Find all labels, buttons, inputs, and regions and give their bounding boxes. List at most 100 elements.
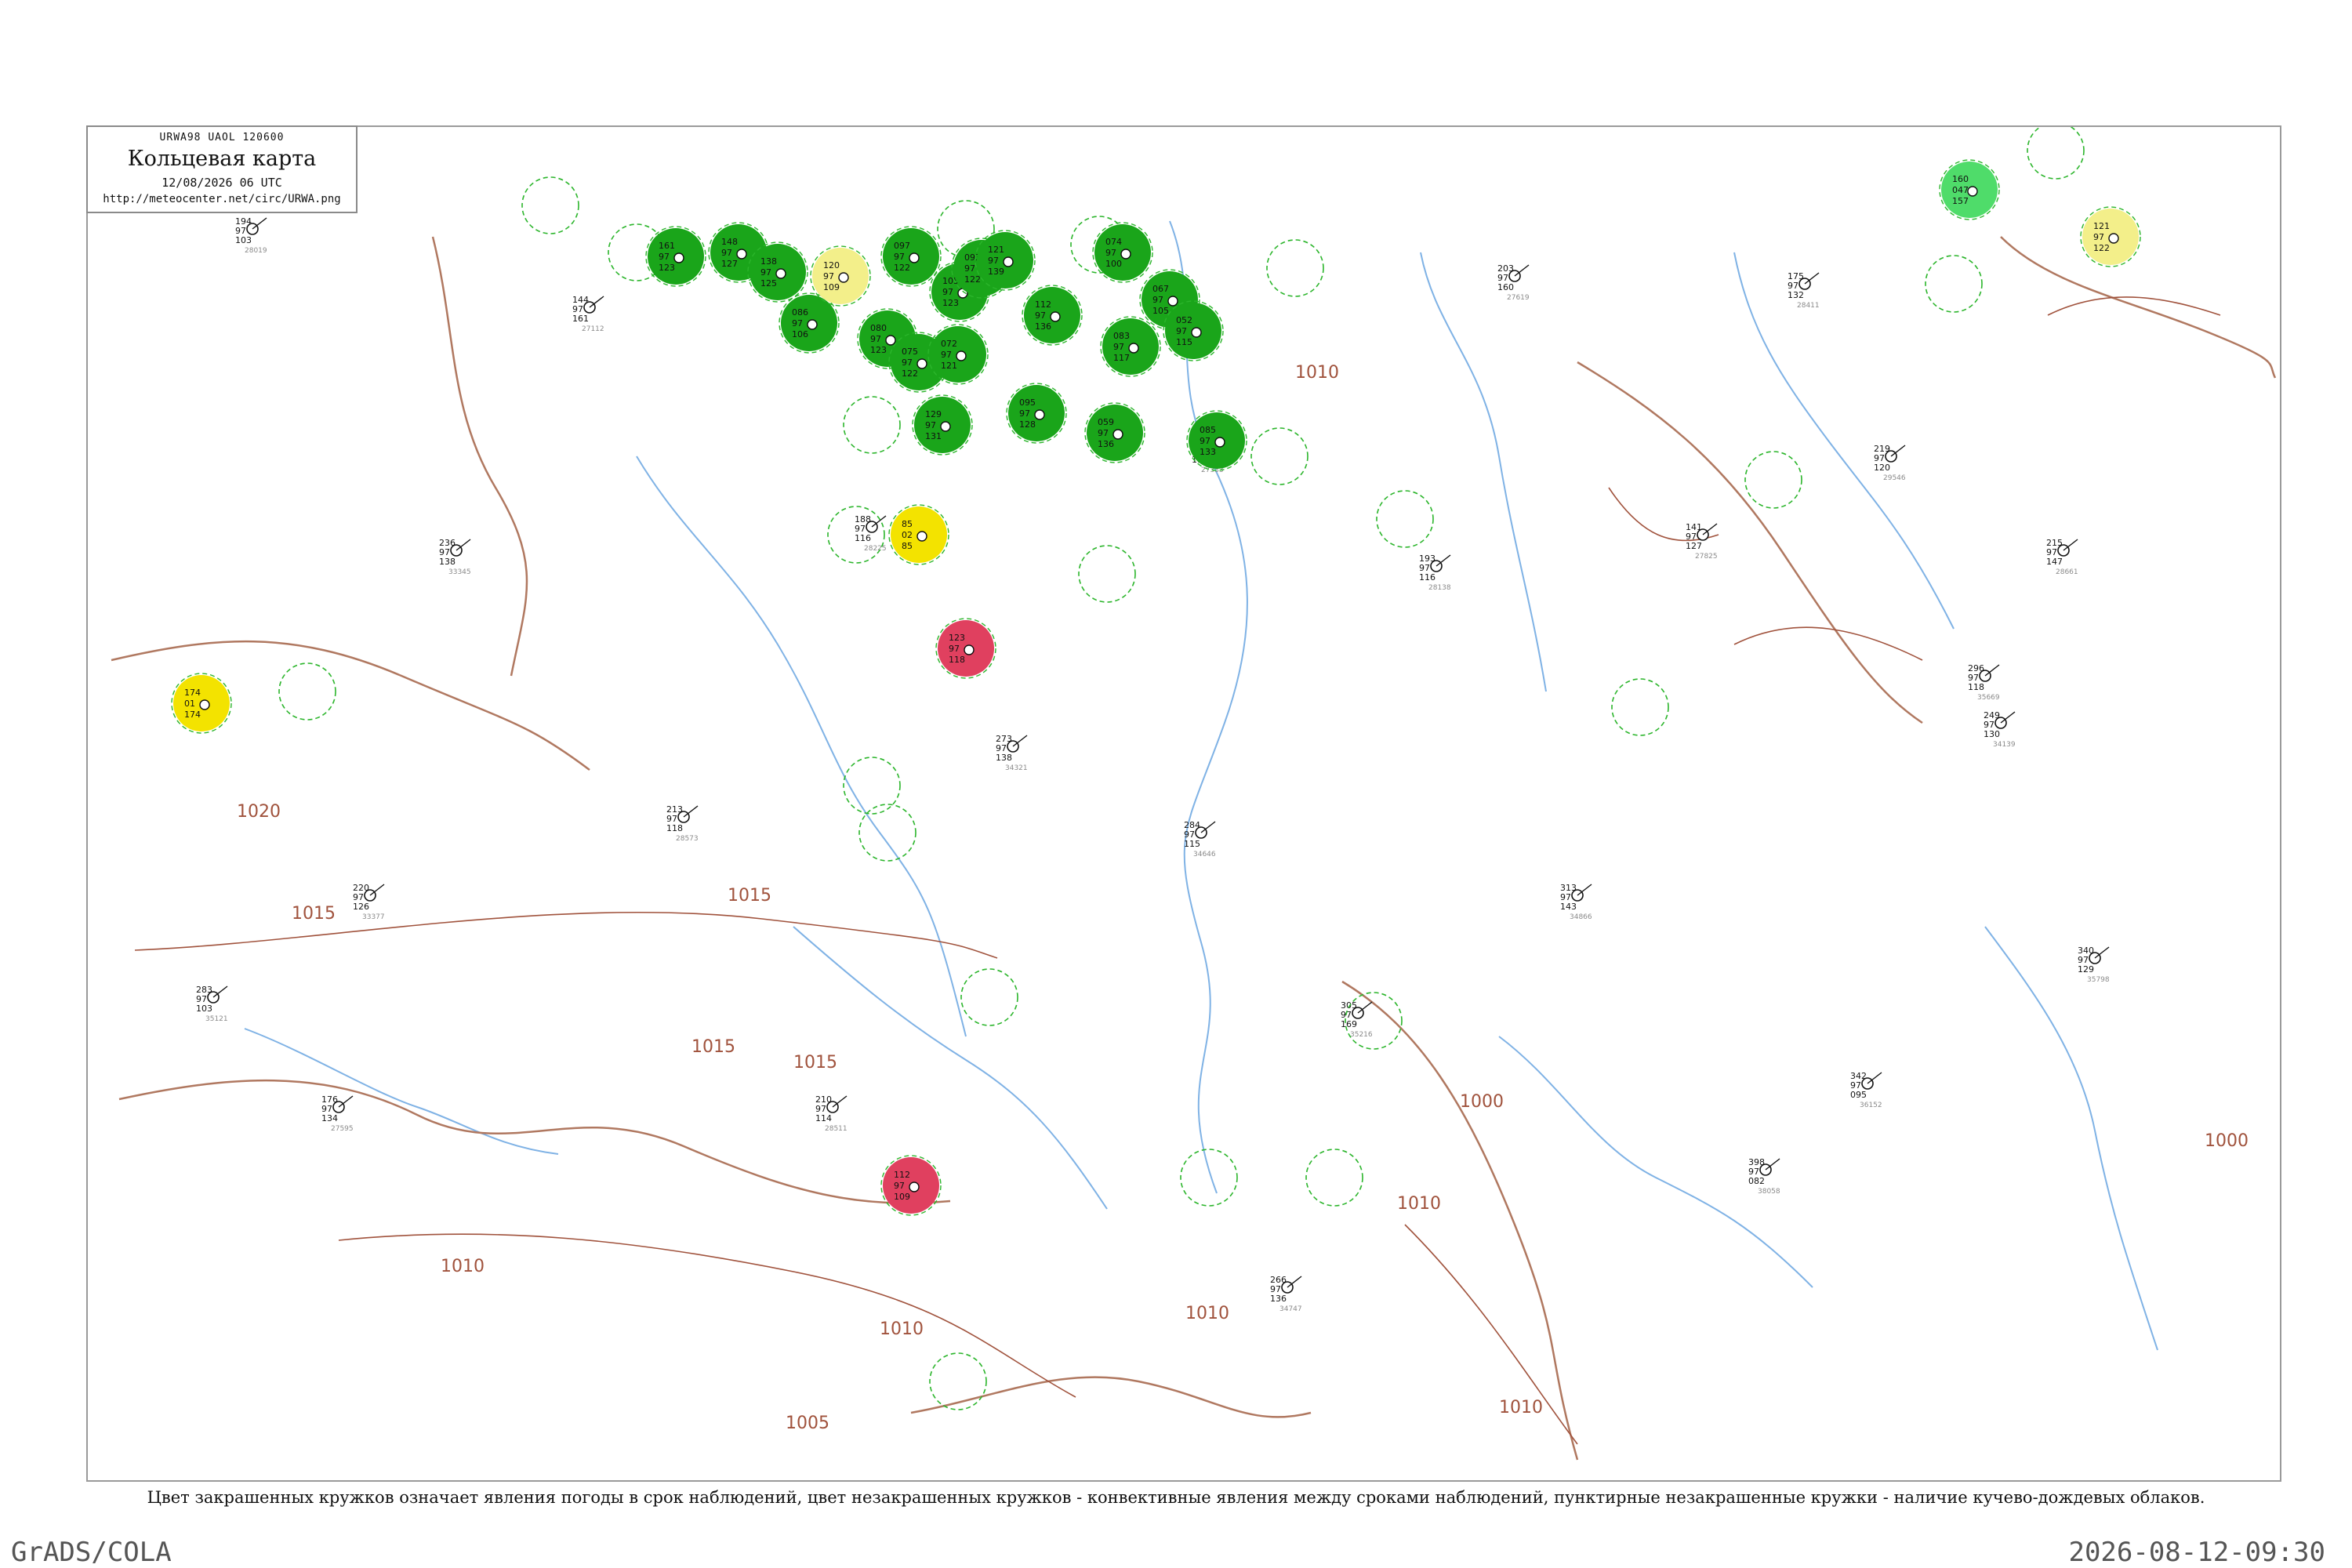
station-value: 052 [1176, 315, 1192, 325]
weather-station[interactable]: 2849711534646 [1184, 820, 1216, 858]
station-value: 109 [894, 1192, 910, 1202]
weather-station[interactable]: 1449716127112 [572, 295, 604, 333]
weather-station[interactable]: 1759713228411 [1788, 271, 1820, 310]
phenomenon-station[interactable]: 08397117 [1100, 316, 1161, 377]
weather-station[interactable]: 1889711628225 [855, 514, 887, 553]
station-circle [775, 268, 786, 279]
station-index: 28411 [1797, 302, 1820, 310]
phenomenon-station[interactable]: 850285 [888, 504, 949, 565]
station-value: 97 [792, 318, 803, 328]
footer-software: GrADS/COLA [11, 1537, 172, 1568]
weather-station[interactable]: 2109711428511 [815, 1094, 848, 1133]
station-circle [916, 358, 927, 369]
station-circle [1003, 256, 1014, 267]
station-value: 97 [659, 252, 670, 262]
cb-cloud-ring [1078, 545, 1136, 603]
station-value: 082 [1748, 1176, 1765, 1186]
station-value: 138 [996, 753, 1012, 763]
footer-timestamp: 2026-08-12-09:30 [2068, 1537, 2325, 1568]
map-canvas: 1015 1015 1015 1015 1010 1010 1010 1010 1010 1010… [111, 127, 2277, 1461]
station-value: 123 [870, 345, 887, 355]
station-index: 35798 [2087, 976, 2110, 984]
weather-station[interactable]: 2669713634747 [1270, 1275, 1302, 1313]
station-index: 34139 [1993, 741, 2016, 749]
station-value: 116 [1419, 572, 1436, 583]
station-value: 074 [1105, 237, 1122, 247]
phenomenon-station[interactable]: 12997131 [912, 394, 973, 456]
station-circle [736, 249, 747, 260]
weather-station[interactable]: 2159714728661 [2046, 538, 2078, 576]
station-value: 095 [1019, 397, 1036, 408]
station-value: 103 [235, 235, 252, 245]
station-value: 136 [1035, 321, 1051, 332]
station-value: 97 [1113, 342, 1124, 352]
phenomenon-station[interactable]: 09597128 [1006, 383, 1067, 444]
isobar-labels: 1015 1015 1015 1015 1010 1010 1010 1010 1010 1010… [237, 363, 2249, 1433]
station-value: 118 [666, 823, 683, 833]
phenomenon-station[interactable]: 12197122 [2080, 206, 2141, 267]
phenomenon-station[interactable]: 16197123 [645, 226, 706, 287]
station-value: 127 [721, 259, 738, 269]
station-circle [956, 350, 967, 361]
weather-station[interactable]: 2969711835669 [1968, 663, 2000, 702]
weather-station[interactable]: 3429709536152 [1850, 1071, 1882, 1109]
station-circle [673, 252, 684, 263]
station-value: 106 [792, 329, 808, 339]
cb-cloud-ring [843, 757, 901, 815]
weather-station[interactable]: 1939711628138 [1419, 554, 1451, 592]
isobar-label: 1010 [1499, 1398, 1543, 1417]
station-value: 120 [1874, 463, 1890, 473]
station-value: 122 [964, 274, 981, 285]
station-circle [909, 252, 920, 263]
station-circle [909, 1181, 920, 1192]
phenomenon-station[interactable]: 12397118 [935, 618, 996, 679]
station-value: 083 [1113, 331, 1130, 341]
station-value: 97 [721, 248, 732, 258]
station-value: 130 [1984, 729, 2000, 739]
weather-station[interactable]: 2499713034139 [1984, 710, 2016, 749]
phenomenon-station[interactable]: 17401174 [171, 673, 232, 734]
phenomenon-station[interactable]: 11297109 [880, 1155, 942, 1216]
legend-caption: Цвет закрашенных кружков означает явлени… [147, 1488, 2205, 1507]
weather-station[interactable]: 2199712029546 [1874, 444, 1906, 482]
map-header: URWA98 UAOL 120600 Кольцевая карта 12/08… [86, 125, 358, 213]
cb-cloud-ring [1250, 427, 1308, 485]
phenomenon-station[interactable]: 05997136 [1084, 402, 1145, 463]
station-value: 127 [1686, 541, 1702, 551]
station-value: 136 [1270, 1294, 1287, 1304]
map-time: 12/08/2026 06 UTC [162, 176, 282, 190]
station-value: 160 [1952, 174, 1969, 184]
station-value: 97 [1035, 310, 1046, 321]
station-value: 138 [439, 557, 456, 567]
station-value: 109 [823, 282, 840, 292]
station-value: 97 [760, 267, 771, 278]
weather-station[interactable]: 2839710335121 [196, 985, 228, 1023]
station-value: 112 [1035, 299, 1051, 310]
weather-station[interactable]: 3989708238058 [1748, 1157, 1780, 1196]
weather-station[interactable]: 2039716027619 [1497, 263, 1530, 302]
station-value: 097 [894, 241, 910, 251]
weather-station[interactable]: 1769713427595 [321, 1094, 354, 1133]
weather-station[interactable]: 3409712935798 [2078, 946, 2110, 984]
station-index: 35669 [1977, 694, 2000, 702]
weather-station[interactable]: 1949710328019 [235, 216, 267, 255]
phenomenon-station[interactable]: 09797122 [880, 226, 942, 287]
station-value: 059 [1098, 417, 1114, 427]
station-value: 122 [902, 368, 918, 379]
weather-station[interactable]: 2369713833345 [439, 538, 471, 576]
phenomenon-station[interactable]: 160047157 [1939, 159, 2000, 220]
station-value: 134 [321, 1113, 338, 1123]
weather-station[interactable]: 2739713834321 [996, 734, 1028, 772]
cb-cloud-ring [929, 1352, 987, 1410]
weather-station[interactable]: 2209712633377 [353, 883, 385, 921]
map-url[interactable]: http://meteocenter.net/circ/URWA.png [88, 193, 356, 205]
station-value: 121 [2093, 221, 2110, 231]
station-value: 97 [1098, 428, 1109, 438]
weather-station[interactable]: 1419712727825 [1686, 522, 1718, 561]
weather-station[interactable]: 3139714334866 [1560, 883, 1592, 921]
station-value: 133 [1200, 447, 1216, 457]
station-value: 128 [1019, 419, 1036, 430]
weather-station[interactable]: 2139711828573 [666, 804, 699, 843]
station-value: 97 [1019, 408, 1030, 419]
phenomenon-station[interactable]: 11297136 [1022, 285, 1083, 346]
